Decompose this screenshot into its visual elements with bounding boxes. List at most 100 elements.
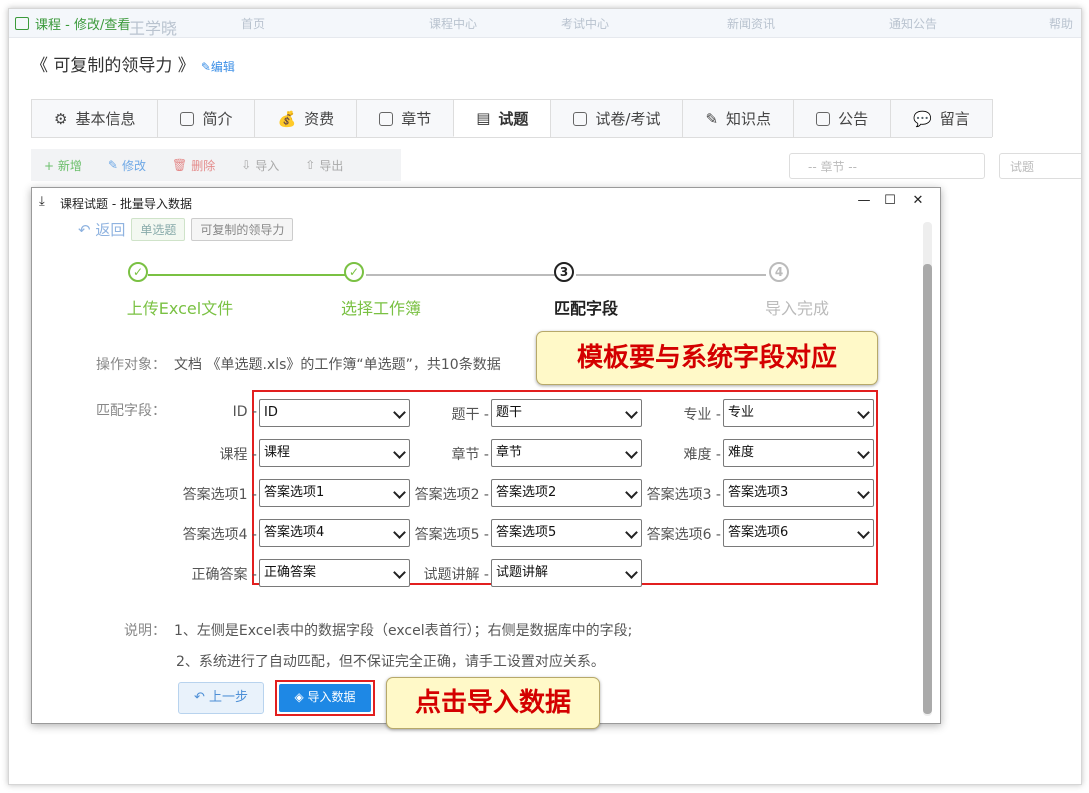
field-label-option1: 答案选项1 - xyxy=(182,487,257,503)
tab-basic-info[interactable]: ⚙ 基本信息 xyxy=(31,99,159,137)
tab-comments[interactable]: 💬 留言 xyxy=(890,99,993,137)
question-type-chip: 单选题 xyxy=(131,218,186,241)
scrollbar-thumb[interactable] xyxy=(923,264,932,714)
ghost-nav-help: 帮助 xyxy=(1049,17,1074,31)
step-2-label: 选择工作簿 xyxy=(340,299,422,318)
field-label-major: 专业 - xyxy=(683,407,721,423)
back-link[interactable]: ↶ 返回 xyxy=(78,219,125,240)
step-2-check-icon: ✓ xyxy=(344,262,364,282)
gear-icon: ⚙ xyxy=(54,109,68,128)
chevron-down-icon xyxy=(393,446,406,459)
money-bag-icon: 💰 xyxy=(277,109,297,128)
tab-questions[interactable]: ▤ 试题 xyxy=(453,99,552,137)
top-bar: 课程 - 修改/查看 王学晓 首页 课程中心 考试中心 新闻资讯 通知公告 帮助 xyxy=(9,9,1081,38)
field-label-option4: 答案选项4 - xyxy=(182,527,257,543)
course-title: 《 可复制的领导力 》 ✎编辑 xyxy=(31,56,235,76)
step-4-label: 导入完成 xyxy=(764,299,830,318)
field-select-option2[interactable]: 答案选项2 xyxy=(491,479,642,507)
pen-doc-icon: ✎ xyxy=(705,109,719,128)
tab-intro[interactable]: 简介 xyxy=(157,99,256,137)
field-label-option3: 答案选项3 - xyxy=(646,487,721,503)
step-line-2 xyxy=(366,274,556,276)
book-icon xyxy=(15,17,29,30)
back-arrow-icon: ↶ xyxy=(193,690,205,705)
dialog-title-bar: ⤓ 课程试题 - 批量导入数据 — ☐ ✕ xyxy=(32,188,940,216)
ghost-nav-news: 新闻资讯 xyxy=(727,17,776,31)
toolbar: + 新增 ✎ 修改 🗑 删除 ⇩ 导入 ⇧ 导出 xyxy=(31,149,401,181)
add-button[interactable]: + 新增 xyxy=(31,157,95,174)
chevron-down-icon xyxy=(625,526,638,539)
back-arrow-icon: ↶ xyxy=(78,221,91,239)
field-select-chapter[interactable]: 章节 xyxy=(491,439,642,467)
ghost-nav-exam: 考试中心 xyxy=(561,17,610,31)
question-search-input[interactable]: 试题 xyxy=(999,153,1081,179)
field-select-option6[interactable]: 答案选项6 xyxy=(723,519,874,547)
callout-click-import: 点击导入数据 xyxy=(386,677,600,729)
maximize-button[interactable]: ☐ xyxy=(878,191,902,211)
delete-button[interactable]: 🗑 删除 xyxy=(159,157,228,174)
field-select-option1[interactable]: 答案选项1 xyxy=(259,479,410,507)
field-select-major[interactable]: 专业 xyxy=(723,399,874,427)
step-3-number: 3 xyxy=(554,262,574,282)
field-select-option5[interactable]: 答案选项5 xyxy=(491,519,642,547)
notice-icon xyxy=(816,111,831,126)
field-select-difficulty[interactable]: 难度 xyxy=(723,439,874,467)
tab-notice[interactable]: 公告 xyxy=(793,99,892,137)
chapter-icon xyxy=(379,111,394,126)
field-select-course[interactable]: 课程 xyxy=(259,439,410,467)
import-icon: ⇩ xyxy=(241,158,252,172)
field-label-stem: 题干 - xyxy=(451,407,489,423)
chevron-down-icon xyxy=(393,486,406,499)
target-info: 操作对象： 文档 《单选题.xls》的工作簿“单选题”，共10条数据 xyxy=(96,357,501,373)
doc-icon xyxy=(180,111,195,126)
field-select-answer[interactable]: 正确答案 xyxy=(259,559,410,587)
match-fields-label: 匹配字段： xyxy=(96,403,166,419)
chevron-down-icon xyxy=(857,446,870,459)
dialog-title: 课程试题 - 批量导入数据 xyxy=(60,197,192,211)
field-select-id[interactable]: ID xyxy=(259,399,410,427)
export-icon: ⇧ xyxy=(305,158,316,172)
upload-icon: ⤓ xyxy=(39,194,45,209)
chevron-down-icon xyxy=(625,406,638,419)
back-row: ↶ 返回 单选题 可复制的领导力 xyxy=(78,218,294,241)
note-line-1: 说明： 1、左侧是Excel表中的数据字段（excel表首行）；右侧是数据库中的字… xyxy=(124,623,633,639)
close-button[interactable]: ✕ xyxy=(906,191,930,211)
previous-step-button[interactable]: ↶ 上一步 xyxy=(178,682,264,714)
edit-button[interactable]: ✎ 修改 xyxy=(95,157,159,174)
step-1-check-icon: ✓ xyxy=(128,262,148,282)
chevron-down-icon xyxy=(857,526,870,539)
edit-link[interactable]: ✎编辑 xyxy=(201,60,235,74)
paper-icon xyxy=(573,111,588,126)
comment-icon: 💬 xyxy=(913,109,932,128)
ghost-nav-notice: 通知公告 xyxy=(889,17,938,31)
ghost-brand: 王学晓 xyxy=(129,19,178,38)
course-chip: 可复制的领导力 xyxy=(191,218,294,241)
step-3-label: 匹配字段 xyxy=(553,299,619,318)
tab-bar: ⚙ 基本信息 简介 💰 资费 章节 ▤ 试题 试卷/考试 ✎ 知识点 公告 💬 留言 xyxy=(31,99,993,138)
chevron-down-icon xyxy=(393,566,406,579)
field-label-answer: 正确答案 - xyxy=(191,567,257,583)
tab-fees[interactable]: 💰 资费 xyxy=(254,99,358,137)
tab-chapters[interactable]: 章节 xyxy=(356,99,455,137)
chevron-down-icon xyxy=(625,566,638,579)
minimize-button[interactable]: — xyxy=(852,191,876,211)
field-select-option4[interactable]: 答案选项4 xyxy=(259,519,410,547)
window-title: 课程 - 修改/查看 xyxy=(15,14,130,33)
field-select-stem[interactable]: 题干 xyxy=(491,399,642,427)
chevron-down-icon xyxy=(393,406,406,419)
tab-knowledge[interactable]: ✎ 知识点 xyxy=(682,99,795,137)
import-button[interactable]: ⇩ 导入 xyxy=(228,157,292,174)
chapter-filter-select[interactable]: -- 章节 -- xyxy=(789,153,985,179)
dialog-scrollbar[interactable] xyxy=(923,222,932,716)
tab-papers[interactable]: 试卷/考试 xyxy=(550,99,684,137)
export-button[interactable]: ⇧ 导出 xyxy=(292,157,356,174)
callout-template-match: 模板要与系统字段对应 xyxy=(536,331,878,385)
note-line-2: 2、系统进行了自动匹配，但不保证完全正确，请手工设置对应关系。 xyxy=(176,654,605,670)
ghost-nav-course: 课程中心 xyxy=(429,17,478,31)
ghost-nav-home: 首页 xyxy=(241,17,266,31)
field-select-explanation[interactable]: 试题讲解 xyxy=(491,559,642,587)
import-data-button[interactable]: ◈ 导入数据 xyxy=(279,684,371,712)
field-select-option3[interactable]: 答案选项3 xyxy=(723,479,874,507)
field-label-chapter: 章节 - xyxy=(451,447,489,463)
chevron-down-icon xyxy=(857,406,870,419)
